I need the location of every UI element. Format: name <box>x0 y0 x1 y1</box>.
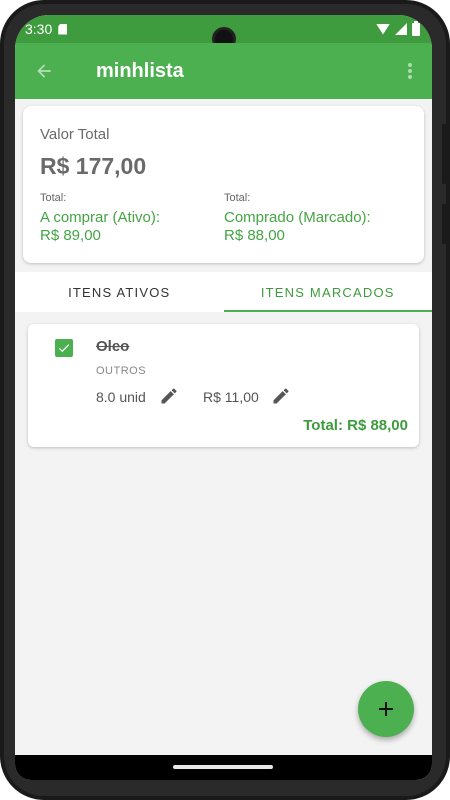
edit-quantity-button[interactable] <box>158 385 180 407</box>
battery-icon <box>412 20 420 36</box>
item-category: OUTROS <box>96 365 147 377</box>
pencil-icon <box>161 388 177 404</box>
tab-itens-ativos[interactable]: ITENS ATIVOS <box>15 272 224 312</box>
marked-total-label: Comprado (Marcado): <box>224 209 371 226</box>
item-name: Oleo <box>96 338 130 355</box>
active-total-block: Total: A comprar (Ativo): R$ 89,00 <box>40 192 160 245</box>
active-total-value: R$ 89,00 <box>40 227 101 244</box>
total-value-label: Valor Total <box>40 126 110 143</box>
marked-total-value: R$ 88,00 <box>224 227 285 244</box>
item-quantity: 8.0 unid <box>96 389 146 405</box>
marked-total-block: Total: Comprado (Marcado): R$ 88,00 <box>224 192 371 245</box>
sd-card-icon <box>58 23 68 35</box>
volume-button <box>442 124 447 184</box>
phone-frame: 3:30 minhlista Valor Total R$ 177,00 Tot… <box>0 0 450 800</box>
check-icon <box>58 344 70 353</box>
marked-total-title: Total: <box>224 192 251 204</box>
total-value: R$ 177,00 <box>40 153 147 179</box>
power-button <box>442 204 447 244</box>
app-bar: minhlista <box>15 43 432 99</box>
pencil-icon <box>273 388 289 404</box>
tab-bar: ITENS ATIVOS ITENS MARCADOS <box>15 272 432 312</box>
overflow-menu-button[interactable] <box>398 51 422 91</box>
device: 3:30 minhlista Valor Total R$ 177,00 Tot… <box>0 0 450 800</box>
tab-itens-marcados[interactable]: ITENS MARCADOS <box>223 272 433 312</box>
app-title: minhlista <box>96 59 184 82</box>
item-checkbox[interactable] <box>55 339 73 357</box>
edit-price-button[interactable] <box>270 385 292 407</box>
active-total-title: Total: <box>40 192 67 204</box>
active-total-label: A comprar (Ativo): <box>40 209 161 226</box>
status-time: 3:30 <box>25 21 53 37</box>
item-total: Total: R$ 88,00 <box>303 417 408 434</box>
arrow-back-icon <box>37 64 51 78</box>
summary-card: Valor Total R$ 177,00 Total: A comprar (… <box>23 106 424 263</box>
status-icons <box>376 20 420 36</box>
plus-icon <box>379 702 393 716</box>
more-vert-icon <box>408 63 412 79</box>
home-indicator[interactable] <box>173 765 273 769</box>
back-button[interactable] <box>24 51 64 91</box>
wifi-icon <box>376 23 390 35</box>
signal-icon <box>395 23 407 35</box>
navigation-bar <box>15 755 432 780</box>
add-item-button[interactable] <box>358 681 414 737</box>
item-price: R$ 11,00 <box>203 389 259 405</box>
screen: 3:30 minhlista Valor Total R$ 177,00 Tot… <box>15 15 432 780</box>
list-item[interactable]: Oleo OUTROS 8.0 unid R$ 11,00 Total: R$ … <box>28 324 419 447</box>
